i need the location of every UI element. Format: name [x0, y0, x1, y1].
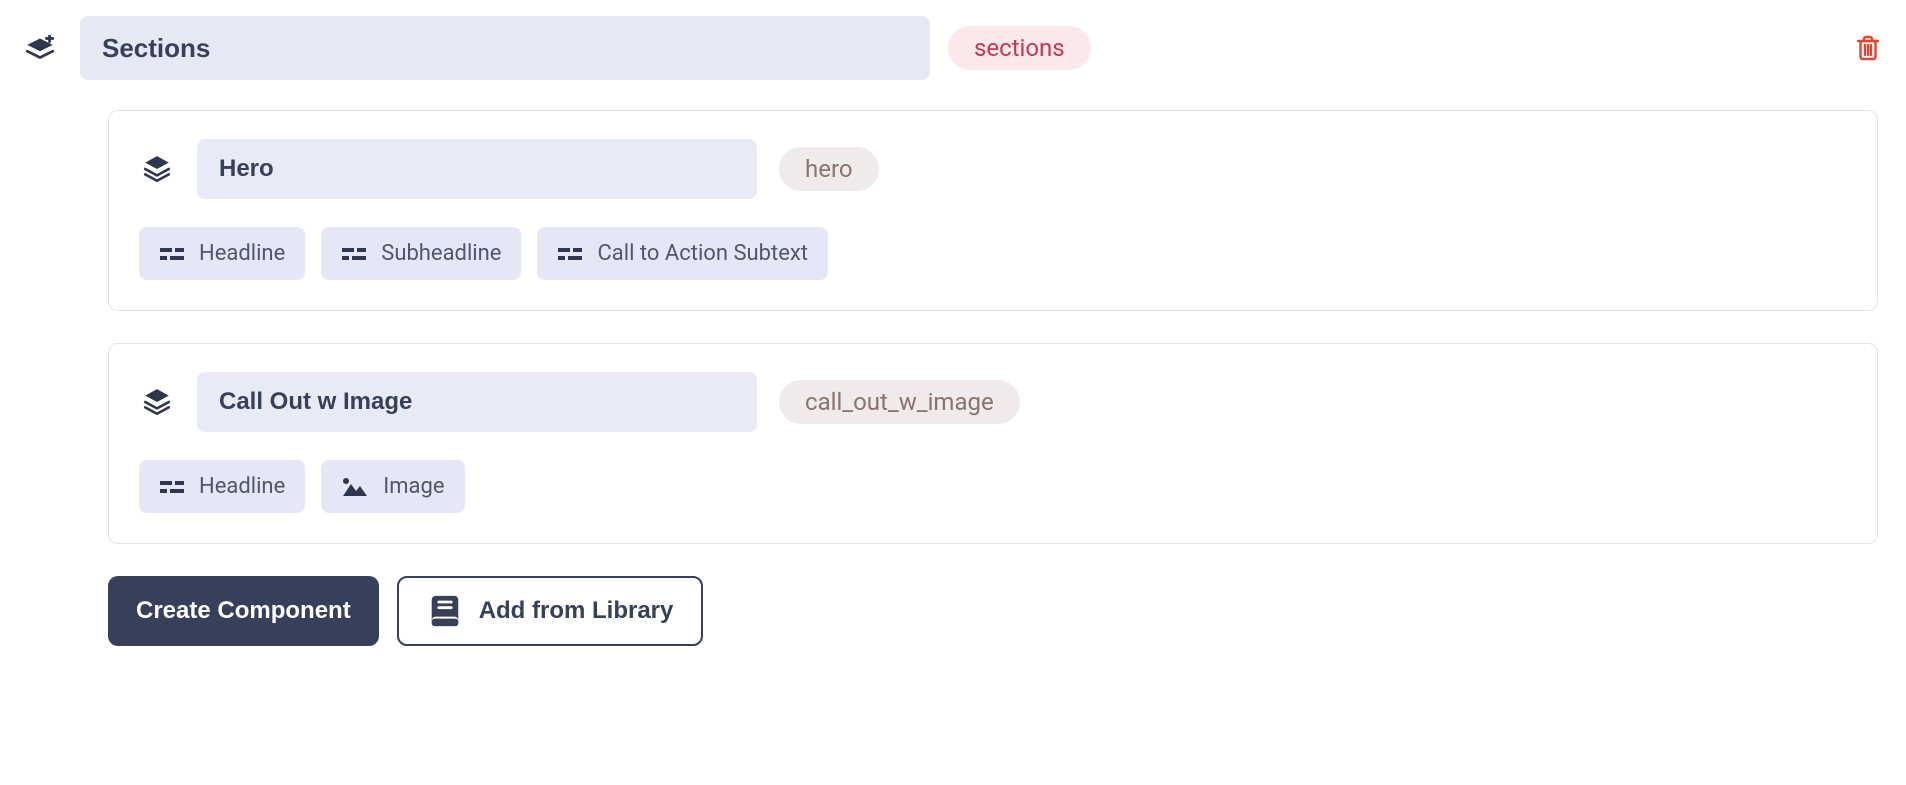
component-slug-pill: hero — [779, 147, 879, 191]
section-editor: sections hero Headli — [0, 0, 1906, 686]
field-chip[interactable]: Headline — [139, 460, 305, 513]
component-header: call_out_w_image — [139, 372, 1847, 432]
component-slug-pill: call_out_w_image — [779, 380, 1020, 424]
component-fields: Headline Image — [139, 460, 1847, 513]
text-field-icon — [159, 245, 185, 263]
section-header-row: sections — [18, 16, 1888, 80]
field-label: Image — [383, 474, 444, 499]
component-name-input[interactable] — [197, 372, 757, 432]
component-card: hero Headline Subheadline — [108, 110, 1878, 311]
field-label: Headline — [199, 241, 285, 266]
component-name-input[interactable] — [197, 139, 757, 199]
field-label: Subheadline — [381, 241, 501, 266]
delete-section-button[interactable] — [1848, 28, 1888, 68]
field-label: Headline — [199, 474, 285, 499]
section-slug-pill: sections — [948, 26, 1091, 70]
field-chip[interactable]: Subheadline — [321, 227, 521, 280]
trash-icon — [1854, 33, 1882, 63]
action-buttons-row: Create Component Add from Library — [108, 576, 1878, 646]
text-field-icon — [159, 478, 185, 496]
field-chip[interactable]: Headline — [139, 227, 305, 280]
field-chip[interactable]: Image — [321, 460, 464, 513]
image-field-icon — [341, 476, 369, 498]
layers-icon — [139, 387, 175, 417]
component-card: call_out_w_image Headline Image — [108, 343, 1878, 544]
section-name-input[interactable] — [80, 16, 930, 80]
add-from-library-button[interactable]: Add from Library — [397, 576, 704, 646]
layers-plus-icon — [18, 35, 62, 61]
component-header: hero — [139, 139, 1847, 199]
field-chip[interactable]: Call to Action Subtext — [537, 227, 828, 280]
create-component-button[interactable]: Create Component — [108, 576, 379, 646]
components-column: hero Headline Subheadline — [108, 110, 1878, 646]
button-label: Add from Library — [479, 597, 674, 625]
layers-icon — [139, 154, 175, 184]
text-field-icon — [341, 245, 367, 263]
book-icon — [427, 592, 463, 630]
button-label: Create Component — [136, 597, 351, 625]
component-fields: Headline Subheadline Call to Action Subt… — [139, 227, 1847, 280]
field-label: Call to Action Subtext — [597, 241, 808, 266]
text-field-icon — [557, 245, 583, 263]
